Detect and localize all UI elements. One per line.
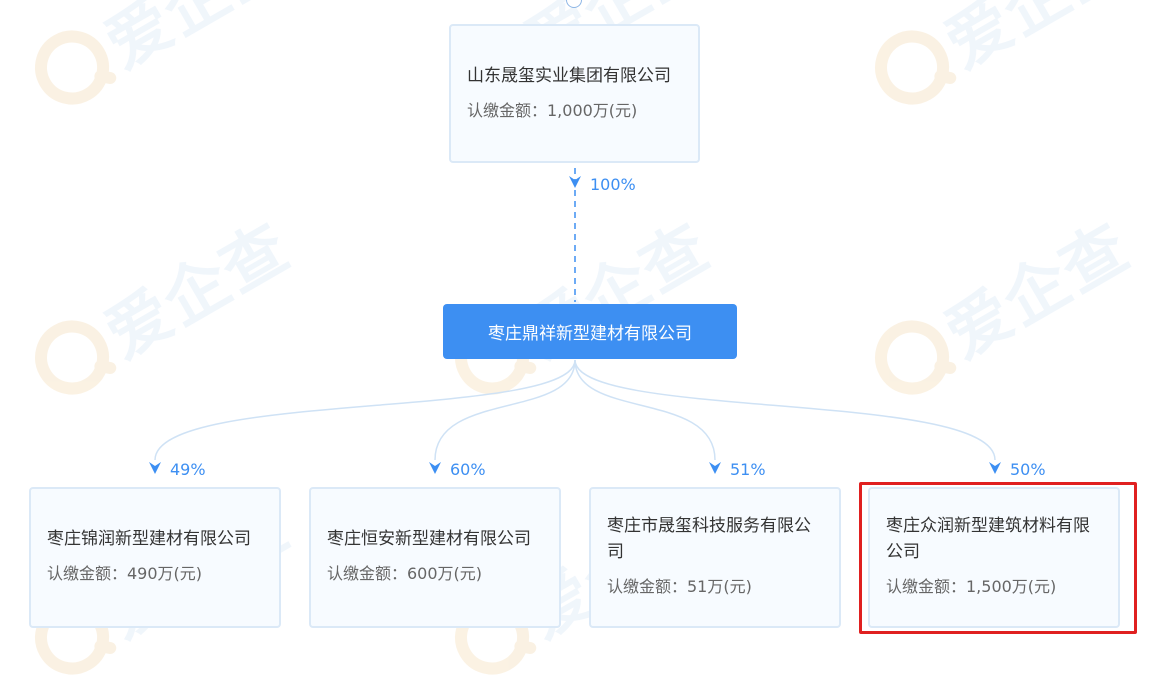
child-link-3 bbox=[574, 359, 716, 461]
child-company-amount: 认缴金额：490万(元) bbox=[47, 564, 203, 583]
child-company-amount: 认缴金额：600万(元) bbox=[327, 564, 483, 583]
child-company-node[interactable]: 枣庄恒安新型建材有限公司 认缴金额：600万(元) bbox=[309, 487, 561, 628]
parent-company-node[interactable]: 山东晟玺实业集团有限公司 认缴金额：1,000万(元) bbox=[449, 24, 700, 163]
child-arrow-icon bbox=[989, 462, 1001, 474]
center-company-name: 枣庄鼎祥新型建材有限公司 bbox=[488, 324, 692, 344]
child-percent-label: 49% bbox=[170, 460, 206, 479]
child-company-name: 枣庄锦润新型建材有限公司 bbox=[47, 529, 251, 549]
child-arrow-icon bbox=[149, 462, 161, 474]
child-company-node[interactable]: 枣庄市晟玺科技服务有限公司 认缴金额：51万(元) bbox=[589, 487, 841, 628]
center-company-node[interactable]: 枣庄鼎祥新型建材有限公司 bbox=[443, 304, 737, 359]
parent-company-amount: 认缴金额：1,000万(元) bbox=[467, 101, 638, 120]
parent-percent-label: 100% bbox=[590, 175, 636, 194]
highlight-box bbox=[859, 482, 1137, 634]
child-percent-label: 51% bbox=[730, 460, 766, 479]
parent-arrow-icon bbox=[569, 176, 581, 188]
child-company-name: 枣庄市晟玺科技服务有限公司 bbox=[607, 516, 811, 562]
child-arrow-icon bbox=[709, 462, 721, 474]
child-company-amount: 认缴金额：51万(元) bbox=[607, 577, 752, 596]
child-link-4 bbox=[574, 359, 996, 461]
child-link-2 bbox=[434, 359, 576, 461]
child-arrow-icon bbox=[429, 462, 441, 474]
child-company-node[interactable]: 枣庄锦润新型建材有限公司 认缴金额：490万(元) bbox=[29, 487, 281, 628]
parent-company-name: 山东晟玺实业集团有限公司 bbox=[467, 66, 671, 86]
child-link-1 bbox=[154, 359, 576, 461]
child-company-name: 枣庄恒安新型建材有限公司 bbox=[327, 529, 531, 549]
child-percent-label: 60% bbox=[450, 460, 486, 479]
child-percent-label: 50% bbox=[1010, 460, 1046, 479]
